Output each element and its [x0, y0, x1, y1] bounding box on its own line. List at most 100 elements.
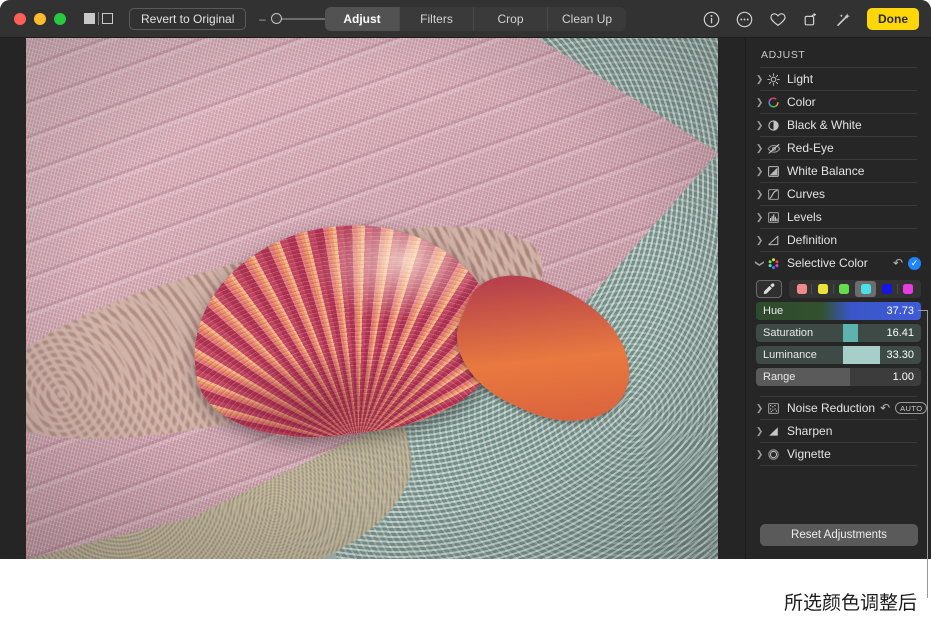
- reset-arrow-icon[interactable]: ↶: [880, 401, 890, 415]
- swatch-green[interactable]: [832, 281, 855, 297]
- color-wheel-icon: [765, 96, 782, 109]
- titlebar-right-controls: Done: [702, 0, 919, 38]
- done-button[interactable]: Done: [867, 8, 919, 30]
- rotate-icon[interactable]: [801, 10, 820, 29]
- minimize-window-button[interactable]: [34, 12, 46, 25]
- chevron-right-icon[interactable]: ❯: [754, 426, 765, 437]
- black-white-circle-icon: [765, 119, 782, 132]
- zoom-slider-knob[interactable]: [271, 13, 283, 24]
- sidebar-item-vignette[interactable]: ❯ Vignette: [746, 443, 931, 465]
- revert-to-original-button[interactable]: Revert to Original: [129, 7, 247, 30]
- sidebar-item-label: Black & White: [787, 118, 862, 132]
- chevron-right-icon[interactable]: ❯: [754, 403, 765, 414]
- sidebar-item-light[interactable]: ❯ Light: [746, 68, 931, 90]
- scallop-shell-on-coral-photo[interactable]: [26, 38, 718, 559]
- chevron-right-icon[interactable]: ❯: [754, 235, 765, 246]
- sidebar-item-red-eye[interactable]: ❯ Red-Eye: [746, 137, 931, 159]
- selective-color-dots-icon: [765, 257, 782, 270]
- swatch-cyan-selected[interactable]: [854, 281, 877, 297]
- reset-arrow-icon[interactable]: ↶: [893, 256, 903, 270]
- slider-value: 37.73: [886, 305, 914, 317]
- curves-icon: [765, 188, 782, 201]
- zoom-out-label[interactable]: –: [258, 12, 266, 26]
- swatch-dot: [796, 284, 807, 294]
- photo-vignette: [26, 38, 718, 559]
- sidebar-item-noise-reduction[interactable]: ❯ Noise Reduction ↶ AUTO: [746, 397, 931, 419]
- slider-value: 33.30: [886, 349, 914, 361]
- sidebar-item-white-balance[interactable]: ❯ White Balance: [746, 160, 931, 182]
- sidebar-item-label: Light: [787, 72, 814, 86]
- swatch-magenta[interactable]: [896, 281, 919, 297]
- chevron-down-icon[interactable]: ❯: [754, 258, 765, 269]
- swatch-red[interactable]: [791, 281, 812, 297]
- color-swatch-group[interactable]: [789, 280, 921, 298]
- slider-hue[interactable]: Hue 37.73: [756, 302, 921, 320]
- sidebar-item-definition[interactable]: ❯ Definition: [746, 229, 931, 251]
- slider-luminance-knob: [843, 346, 880, 364]
- sharpen-icon: [765, 425, 782, 438]
- slider-label: Saturation: [763, 327, 814, 339]
- more-options-icon[interactable]: [735, 10, 754, 29]
- close-window-button[interactable]: [14, 12, 26, 25]
- eyedropper-icon[interactable]: [756, 280, 782, 298]
- window-titlebar: Revert to Original – + Adjust Filters Cr…: [0, 0, 931, 38]
- sidebar-item-curves[interactable]: ❯ Curves: [746, 183, 931, 205]
- chevron-right-icon[interactable]: ❯: [754, 212, 765, 223]
- sidebar-item-black-and-white[interactable]: ❯ Black & White: [746, 114, 931, 136]
- white-balance-icon: [765, 165, 782, 178]
- swatch-dot: [839, 284, 850, 294]
- traffic-lights: [14, 12, 66, 25]
- chevron-right-icon[interactable]: ❯: [754, 74, 765, 85]
- swatch-dot: [881, 284, 892, 294]
- chevron-right-icon[interactable]: ❯: [754, 166, 765, 177]
- sidebar-separator: [760, 465, 917, 466]
- sidebar-item-label: Sharpen: [787, 424, 833, 438]
- screenshot-root: Revert to Original – + Adjust Filters Cr…: [0, 0, 931, 620]
- sidebar-item-label: White Balance: [787, 164, 865, 178]
- chevron-right-icon[interactable]: ❯: [754, 120, 765, 131]
- slider-saturation[interactable]: Saturation 16.41: [756, 324, 921, 342]
- tab-adjust[interactable]: Adjust: [325, 7, 399, 31]
- auto-enhance-icon[interactable]: [834, 10, 853, 29]
- callout-bracket: [918, 310, 928, 598]
- checkmark-toggle-icon[interactable]: ✓: [908, 256, 921, 270]
- tab-filters[interactable]: Filters: [399, 7, 473, 31]
- split-view-divider: [98, 12, 99, 25]
- slider-value: 1.00: [892, 371, 914, 383]
- sidebar-item-label: Noise Reduction: [787, 401, 876, 415]
- favorite-heart-icon[interactable]: [768, 10, 787, 29]
- split-view-filled-square: [84, 13, 95, 24]
- photos-editor-window: Revert to Original – + Adjust Filters Cr…: [0, 0, 931, 559]
- reset-adjustments-button[interactable]: Reset Adjustments: [760, 524, 918, 546]
- sidebar-item-selective-color[interactable]: ❯ Selective Color ↶ ✓: [746, 252, 931, 274]
- caption-text: 所选颜色调整后: [783, 592, 917, 614]
- split-view-outline-square: [102, 13, 113, 24]
- chevron-right-icon[interactable]: ❯: [754, 449, 765, 460]
- sidebar-item-color[interactable]: ❯ Color: [746, 91, 931, 113]
- sidebar-item-levels[interactable]: ❯ Levels: [746, 206, 931, 228]
- sidebar-item-label: Levels: [787, 210, 822, 224]
- editor-mode-tabs[interactable]: Adjust Filters Crop Clean Up: [325, 7, 627, 31]
- slider-luminance[interactable]: Luminance 33.30: [756, 346, 921, 364]
- swatch-yellow[interactable]: [811, 281, 833, 297]
- swatch-dot: [817, 284, 828, 294]
- sidebar-item-label: Color: [787, 95, 816, 109]
- split-view-icon[interactable]: [84, 12, 113, 25]
- swatch-blue[interactable]: [876, 281, 897, 297]
- swatch-dot: [903, 284, 914, 294]
- slider-range[interactable]: Range 1.00: [756, 368, 921, 386]
- maximize-window-button[interactable]: [54, 12, 66, 25]
- vignette-icon: [765, 448, 782, 461]
- definition-triangle-icon: [765, 234, 782, 247]
- tab-clean-up[interactable]: Clean Up: [547, 7, 626, 31]
- chevron-right-icon[interactable]: ❯: [754, 97, 765, 108]
- chevron-right-icon[interactable]: ❯: [754, 143, 765, 154]
- chevron-right-icon[interactable]: ❯: [754, 189, 765, 200]
- info-icon[interactable]: [702, 10, 721, 29]
- sidebar-item-label: Curves: [787, 187, 826, 201]
- tab-crop[interactable]: Crop: [473, 7, 547, 31]
- swatch-dot: [860, 284, 871, 294]
- slider-saturation-knob: [843, 324, 859, 342]
- sidebar-item-sharpen[interactable]: ❯ Sharpen: [746, 420, 931, 442]
- photo-canvas: [0, 38, 745, 559]
